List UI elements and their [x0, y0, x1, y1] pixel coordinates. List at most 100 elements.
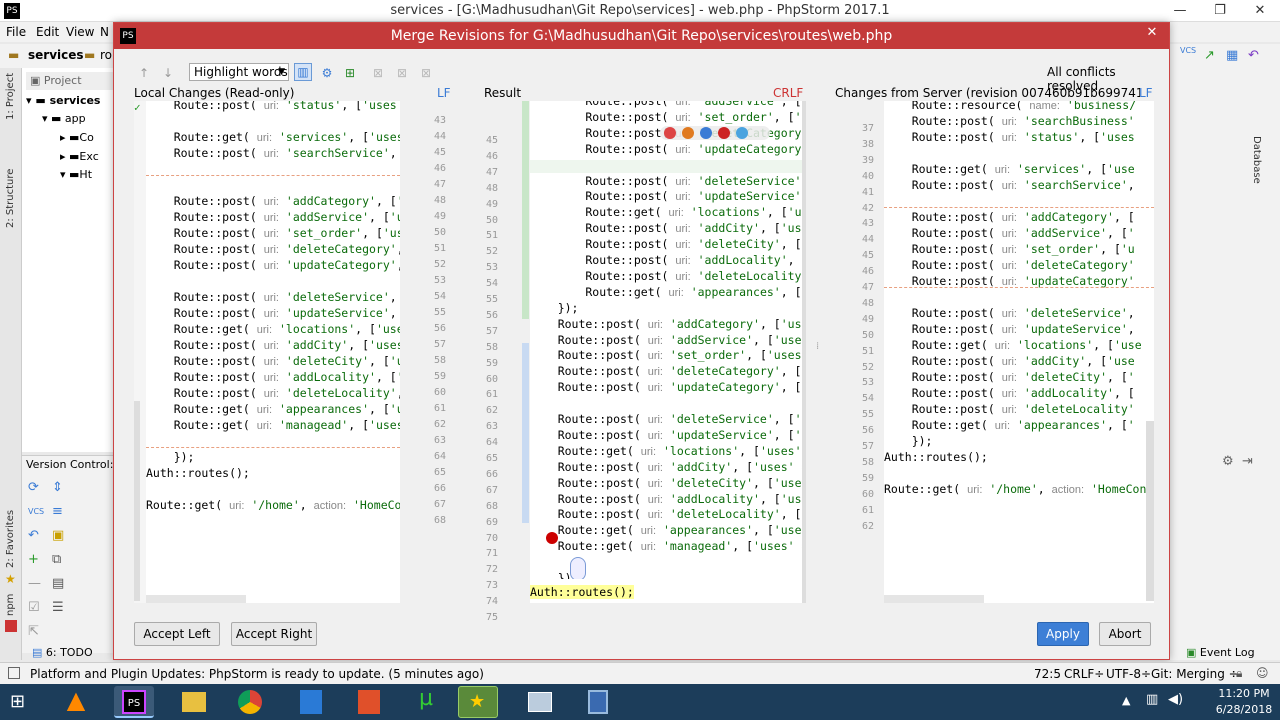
check-icon[interactable]: ☑	[28, 600, 40, 616]
right-scrollbar[interactable]	[1146, 421, 1154, 601]
clock-time[interactable]: 11:20 PM	[1212, 687, 1276, 700]
breadcrumb-routes[interactable]: ro	[100, 48, 112, 62]
line-separator[interactable]: CRLF÷	[1064, 667, 1104, 681]
npm-tool-tab[interactable]: npm	[5, 594, 16, 616]
vcs-update-icon[interactable]: VCS	[1180, 46, 1196, 55]
settings-gear-icon[interactable]: ⚙	[1222, 454, 1234, 470]
tree-node-exceptions[interactable]: ▸ ▬Exc	[60, 150, 99, 163]
vcs-branch[interactable]: Git: Merging ÷	[1151, 667, 1239, 681]
windows-start-icon[interactable]: ⊞	[10, 692, 30, 712]
file-explorer-icon[interactable]	[174, 686, 214, 718]
structure-tool-tab[interactable]: 2: Structure	[5, 169, 16, 228]
right-hscrollbar[interactable]	[884, 595, 984, 603]
highlight-words-select[interactable]: Highlight words ▼	[189, 63, 289, 81]
accept-left-button[interactable]: Accept Left	[134, 622, 220, 646]
restore-icon[interactable]: ❐	[1200, 0, 1240, 22]
settings-gear-icon[interactable]: ⚙	[319, 65, 335, 81]
vscode-icon[interactable]	[290, 686, 330, 718]
file-encoding[interactable]: UTF-8÷	[1106, 667, 1151, 681]
line-number: 55	[485, 294, 498, 305]
apply-nonconflicting-icon[interactable]: ⊞	[342, 65, 358, 81]
magic-resolve-icon[interactable]: ⊠	[370, 65, 386, 81]
diff-icon[interactable]: ≡	[52, 504, 63, 520]
copy-icon[interactable]: ⧉	[52, 552, 61, 568]
tree-icon[interactable]: ☰	[52, 600, 64, 616]
ie-icon[interactable]	[736, 127, 748, 139]
expand-icon[interactable]: ⇱	[28, 624, 39, 640]
revert-icon[interactable]: ↶	[1248, 48, 1259, 64]
refresh-icon[interactable]: ⟳	[28, 480, 39, 496]
add-icon[interactable]: +	[28, 552, 39, 568]
lock-icon[interactable]: 🔒︎	[1236, 666, 1242, 681]
left-hscrollbar[interactable]	[146, 595, 246, 603]
todo-label: 6: TODO	[45, 646, 93, 659]
abort-button[interactable]: Abort	[1099, 622, 1151, 646]
vlc-icon[interactable]: ▲	[56, 686, 96, 718]
status-message[interactable]: Platform and Plugin Updates: PhpStorm is…	[30, 667, 484, 681]
vcs-commit-icon[interactable]: ↗	[1204, 48, 1215, 64]
breadcrumb-services[interactable]: services	[28, 48, 84, 62]
right-line-ending[interactable]: LF	[1139, 86, 1153, 100]
left-code-pane[interactable]: ✓ Route::post( uri: 'status', ['uses Rou…	[134, 101, 400, 603]
accept-right-button[interactable]: Accept Right	[231, 622, 317, 646]
tree-node-services[interactable]: ▾ ▬ services	[26, 94, 100, 107]
chrome-taskbar-icon[interactable]	[230, 686, 270, 718]
apply-button[interactable]: Apply	[1037, 622, 1089, 646]
shelve-icon[interactable]: ▣	[52, 528, 64, 544]
accept-left-nonconflict-icon[interactable]: ⊠	[394, 65, 410, 81]
tree-node-http[interactable]: ▾ ▬Ht	[60, 168, 92, 181]
opera-icon[interactable]	[718, 127, 730, 139]
minimize-icon[interactable]: —	[1160, 0, 1200, 22]
menu-navigate[interactable]: N	[100, 25, 109, 39]
git-client-icon[interactable]	[348, 686, 388, 718]
close-window-icon[interactable]: ✕	[1240, 0, 1280, 22]
result-code-pane[interactable]: Route::post( uri: 'addService', [' Route…	[530, 101, 802, 603]
browser-icons-popup[interactable]	[660, 126, 770, 140]
splitter-handle-icon[interactable]: ⁞	[816, 341, 819, 352]
volume-icon[interactable]: ◀)	[1168, 692, 1183, 707]
media-app-icon[interactable]	[578, 686, 618, 718]
todo-tool-tab[interactable]: ▤ 6: TODO	[32, 646, 93, 659]
menu-edit[interactable]: Edit	[36, 25, 59, 39]
event-log-tool-tab[interactable]: ▣ Event Log	[1186, 646, 1255, 659]
vcs-commit-icon[interactable]: VCS	[28, 504, 44, 520]
accept-right-nonconflict-icon[interactable]: ⊠	[418, 65, 434, 81]
right-code-pane[interactable]: Route::resource( name: 'business/ Route:…	[884, 101, 1154, 603]
clock-date[interactable]: 6/28/2018	[1212, 703, 1276, 716]
safari-icon[interactable]	[700, 127, 712, 139]
inspector-icon[interactable]: ☺	[1256, 666, 1269, 680]
screenshot-app-icon[interactable]	[520, 686, 560, 718]
project-tool-tab[interactable]: 1: Project	[5, 73, 16, 120]
favorites-tool-tab[interactable]: 2: Favorites	[5, 510, 16, 568]
panel-toggle-icon[interactable]	[8, 667, 20, 679]
chrome-icon[interactable]	[664, 127, 676, 139]
previous-difference-icon[interactable]: ↑	[136, 65, 152, 81]
left-scrollbar[interactable]	[134, 401, 140, 601]
firefox-icon[interactable]	[682, 127, 694, 139]
database-tool-tab[interactable]: Database	[1251, 136, 1262, 184]
side-by-side-icon[interactable]: ▥	[294, 63, 312, 81]
network-icon[interactable]: ▥	[1146, 692, 1158, 707]
caret-position[interactable]: 72:5	[1034, 667, 1061, 681]
menu-file[interactable]: File	[6, 25, 26, 39]
tray-expand-icon[interactable]: ▲	[1122, 694, 1130, 707]
utorrent-icon[interactable]: µ	[406, 686, 446, 718]
next-difference-icon[interactable]: ↓	[160, 65, 176, 81]
history-icon[interactable]: ▦	[1226, 48, 1238, 64]
dialog-close-icon[interactable]: ✕	[1135, 23, 1169, 43]
phpstorm-taskbar-icon[interactable]: PS	[114, 686, 154, 718]
movie-maker-icon[interactable]: ★	[458, 686, 498, 718]
left-tool-strip: 1: Project 2: Structure 2: Favorites ★ n…	[0, 68, 22, 660]
line-number: 39	[861, 154, 874, 166]
rollback-icon[interactable]: ↶	[28, 528, 39, 544]
group-icon[interactable]: ▤	[52, 576, 64, 592]
menu-view[interactable]: View	[66, 25, 94, 39]
hide-panel-icon[interactable]: ⇥	[1242, 454, 1253, 470]
collapse-all-icon[interactable]: ⇕	[52, 480, 63, 496]
tree-node-console[interactable]: ▸ ▬Co	[60, 131, 94, 144]
result-line-ending[interactable]: CRLF	[773, 86, 803, 100]
code-line: Route::get( uri: 'locations', ['uses	[146, 322, 400, 336]
tree-node-app[interactable]: ▾ ▬ app	[42, 112, 86, 125]
minus-icon[interactable]: —	[28, 576, 41, 592]
left-line-ending[interactable]: LF	[437, 86, 451, 100]
